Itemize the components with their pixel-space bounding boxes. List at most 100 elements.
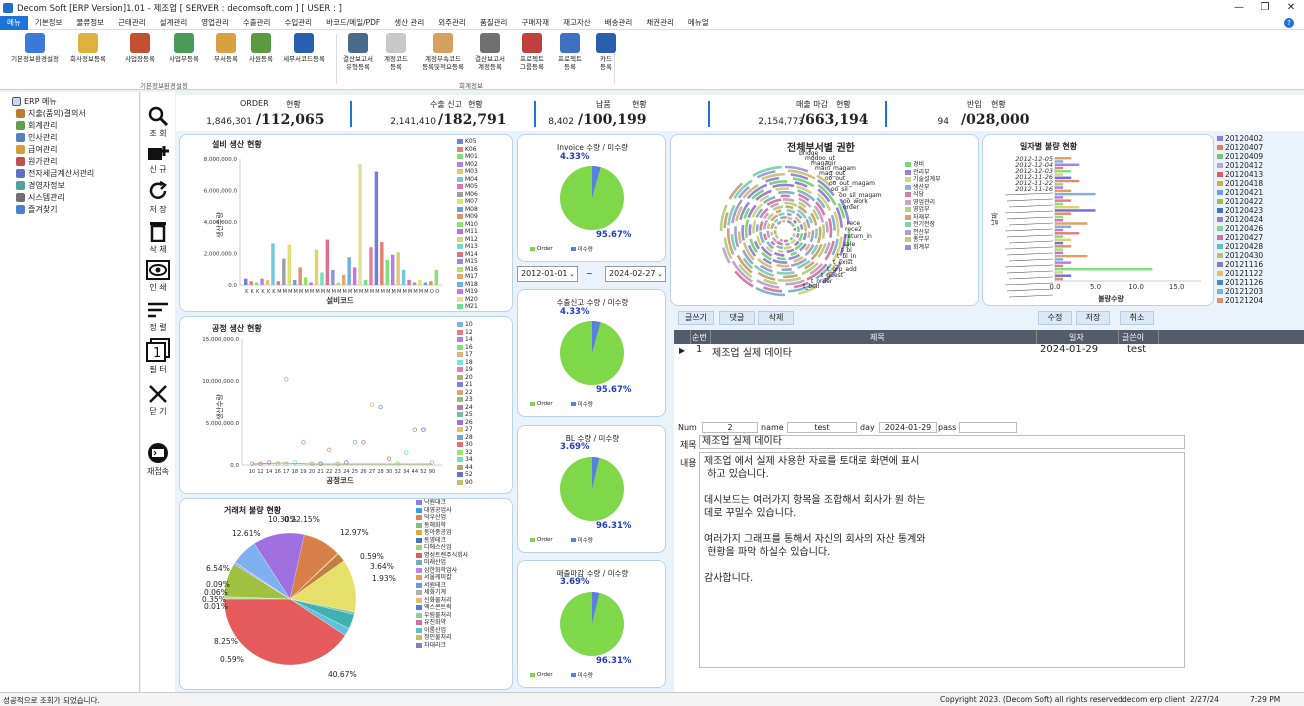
name-field[interactable]: test	[787, 422, 857, 433]
filter-label: 필 터	[149, 365, 167, 374]
legend-swatch	[457, 266, 463, 272]
menu-item[interactable]: 메뉴	[0, 15, 28, 30]
menu-item[interactable]: 생산 관리	[387, 16, 431, 30]
menu-item[interactable]: 기본정보	[28, 16, 70, 30]
content-textarea[interactable]: 제조업 에서 실제 사용한 자료를 토대로 화면에 표시 하고 있습니다. 데시…	[699, 452, 1185, 668]
menu-item[interactable]: 배송관리	[598, 16, 640, 30]
ribbon-button[interactable]: 회사정보등록	[66, 33, 110, 63]
ribbon-button[interactable]: 프로젝트 그룹등록	[512, 33, 552, 71]
bar	[1055, 274, 1072, 277]
close-button[interactable]: 닫 기	[145, 384, 171, 417]
radial-segment	[787, 216, 793, 221]
pie-legend: Order 미수량	[530, 536, 593, 544]
menu-item[interactable]: 바코드/메일/PDF	[319, 16, 387, 30]
edit-button[interactable]: 수정	[1038, 311, 1072, 325]
legend-item: 16	[457, 344, 473, 352]
legend-item: 식당	[905, 191, 941, 199]
ribbon-button-label: 프로젝트 등록	[558, 55, 582, 71]
table-row[interactable]: ▶ 1 제조업 실제 데이타 2024-01-29 test	[674, 344, 1304, 359]
x-tick-label: 28	[377, 469, 383, 475]
subject-field[interactable]: 제조업 실제 데이타	[699, 435, 1185, 449]
sort-button[interactable]: 정 렬	[145, 300, 171, 333]
legend-swatch	[416, 575, 422, 581]
reply-button[interactable]: 댓글	[719, 311, 755, 325]
ribbon-button[interactable]: 계정부속코드 등록및적요등록	[416, 33, 470, 71]
radial-segment	[783, 274, 798, 279]
menu-item[interactable]: 근태관리	[111, 16, 153, 30]
radial-label: rece2	[845, 226, 862, 233]
ribbon-button[interactable]: 프로젝트 등록	[550, 33, 590, 71]
pie-chart	[560, 166, 624, 230]
row-pointer-icon: ▶	[679, 346, 686, 355]
pass-field[interactable]	[959, 422, 1017, 433]
ribbon-button[interactable]: 계정코드 등록	[376, 33, 416, 71]
minimize-icon[interactable]: —	[1226, 0, 1252, 16]
pie-chart	[560, 321, 624, 385]
write-button[interactable]: 글쓰기	[678, 311, 714, 325]
menu-item[interactable]: 구매자재	[514, 16, 556, 30]
legend-swatch	[1217, 163, 1223, 168]
ribbon-button[interactable]: 사업부등록	[162, 33, 206, 63]
x-tick-label: 26	[360, 469, 366, 475]
save-button[interactable]: 저 장	[145, 180, 171, 215]
ribbon-button[interactable]: 사업장등록	[118, 33, 162, 63]
num-field[interactable]: 2	[702, 422, 758, 433]
help-icon[interactable]: ?	[1284, 18, 1294, 28]
delete-post-button[interactable]: 삭제	[758, 311, 794, 325]
menu-item[interactable]: 수입관리	[277, 16, 319, 30]
legend-label: 영업부	[913, 206, 930, 213]
tree-root[interactable]: ERP 메뉴	[0, 95, 139, 107]
legend-item: M11	[457, 228, 478, 236]
legend-label: 서원테크	[424, 581, 447, 589]
ribbon-button[interactable]: 결산보고서 유형등록	[338, 33, 378, 71]
maximize-icon[interactable]: ❐	[1252, 0, 1278, 16]
menu-item[interactable]: 재고자산	[556, 16, 598, 30]
ribbon-button[interactable]: 기본정보환경설정	[6, 33, 64, 63]
date-from-select[interactable]: 2012-01-01 ⌄	[517, 266, 578, 282]
tree-item[interactable]: 원가관리	[0, 155, 139, 167]
menu-item[interactable]: 수출관리	[236, 16, 278, 30]
menu-item[interactable]: 영업관리	[194, 16, 236, 30]
tree-item[interactable]: 인사관리	[0, 131, 139, 143]
tree-item[interactable]: 회계관리	[0, 119, 139, 131]
filter-button[interactable]: 1 필 터	[145, 338, 171, 375]
ribbon-button-label: 회사정보등록	[70, 55, 106, 63]
bar	[429, 281, 433, 285]
tree-item[interactable]: 급여관리	[0, 143, 139, 155]
ribbon-button[interactable]: 카드 등록	[586, 33, 626, 71]
ribbon-button-icon	[348, 33, 368, 53]
tree-item[interactable]: 경영자정보	[0, 179, 139, 191]
menu-item[interactable]: 외주관리	[431, 16, 473, 30]
tree-item[interactable]: 전자세금계산서관리	[0, 167, 139, 179]
reconnect-button[interactable]: 재접속	[145, 442, 171, 477]
delete-button[interactable]: 삭 제	[145, 220, 171, 255]
legend-swatch	[416, 605, 422, 611]
legend-label: 30	[465, 441, 473, 448]
bar	[1055, 261, 1072, 264]
new-icon	[148, 146, 169, 160]
close-window-icon[interactable]: ✕	[1278, 0, 1304, 16]
menu-item[interactable]: 품질관리	[473, 16, 515, 30]
menu-item[interactable]: 설계관리	[153, 16, 195, 30]
day-field[interactable]: 2024-01-29	[879, 422, 937, 433]
cancel-button[interactable]: 취소	[1120, 311, 1154, 325]
legend-item: O01	[457, 311, 478, 312]
date-to-select[interactable]: 2024-02-27 ⌄	[605, 266, 666, 282]
menu-item[interactable]: 물류정보	[69, 16, 111, 30]
tree-item[interactable]: 지출(품의)결의서	[0, 107, 139, 119]
save-post-button[interactable]: 저장	[1076, 311, 1110, 325]
legend-label: M01	[465, 153, 478, 160]
menu-item[interactable]: 채권관리	[639, 16, 681, 30]
print-button[interactable]: 인 쇄	[145, 260, 171, 293]
ribbon-button[interactable]: 세무서코드등록	[276, 33, 332, 63]
bar	[1055, 235, 1064, 238]
new-label: 신 규	[149, 165, 167, 174]
equipment-chart-panel: 설비 생산 현황 8,000,000.0 6,000,000.0 4,000,000…	[179, 134, 513, 312]
ribbon-button[interactable]: 결산보고서 계정등록	[470, 33, 510, 71]
ribbon-button-label: 세무서코드등록	[283, 55, 325, 63]
tree-item[interactable]: 즐겨찾기	[0, 203, 139, 215]
bar	[1055, 245, 1072, 248]
tree-item[interactable]: 시스템관리	[0, 191, 139, 203]
new-button[interactable]: 신 규	[145, 144, 171, 175]
menu-item[interactable]: 메뉴얼	[681, 16, 716, 30]
